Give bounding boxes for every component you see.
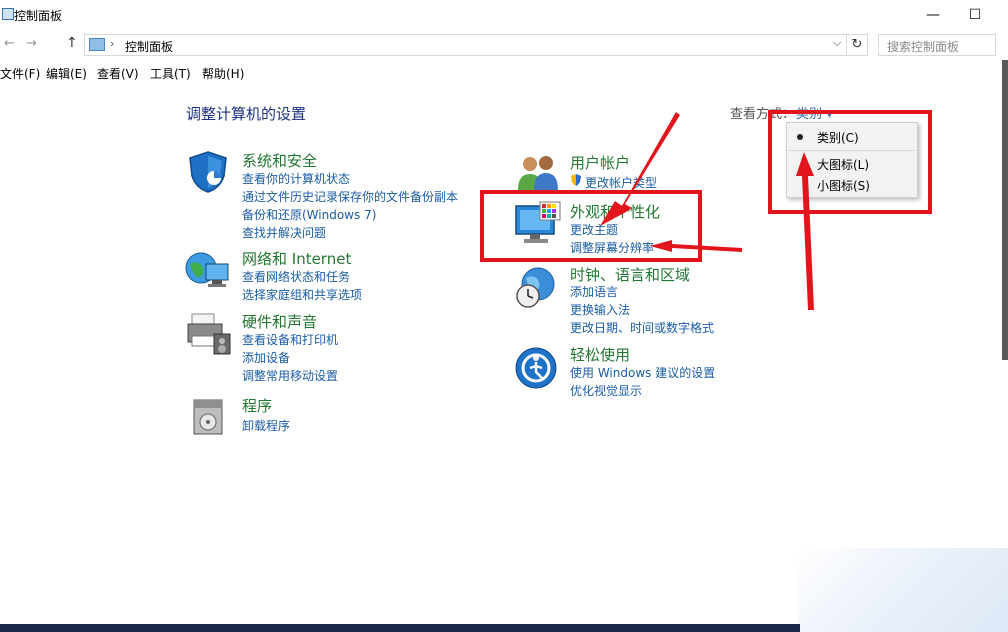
corner-watermark [798, 548, 1008, 632]
window-edge [1002, 60, 1008, 360]
arrow-to-personalization [600, 112, 680, 226]
annotation-arrows [600, 112, 814, 310]
arrow-to-resolution-link [650, 240, 742, 252]
taskbar-edge [0, 624, 800, 632]
arrow-to-view-menu [796, 152, 814, 310]
